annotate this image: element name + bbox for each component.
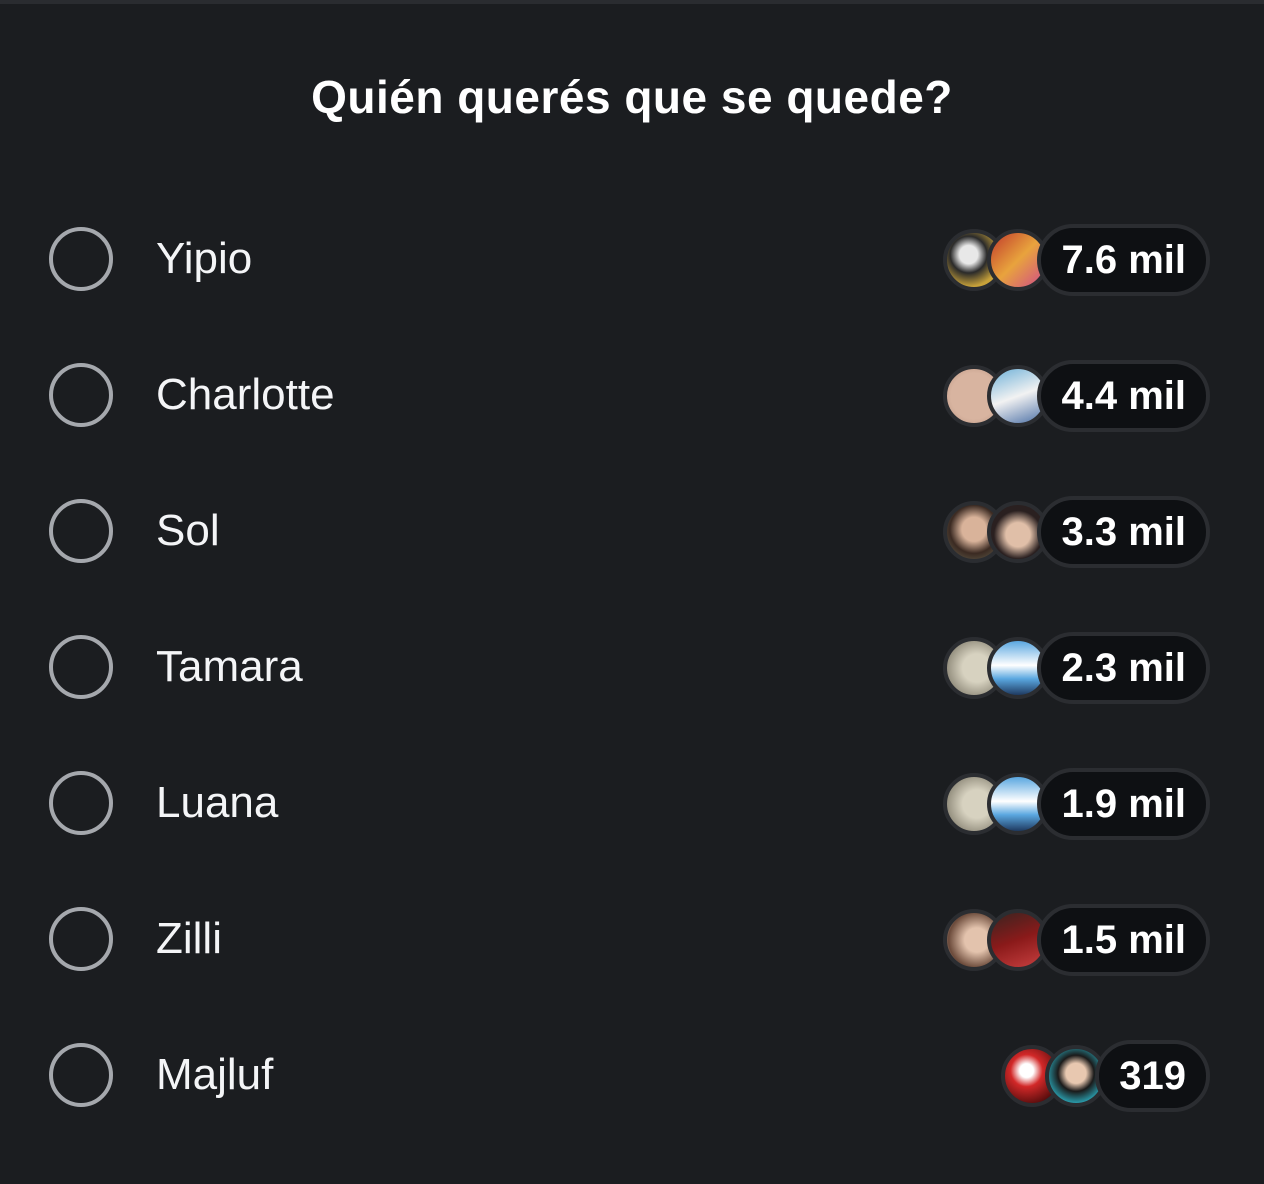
radio-button[interactable]	[49, 771, 113, 835]
voter-avatars	[943, 501, 1050, 563]
radio-button[interactable]	[49, 1043, 113, 1107]
vote-summary[interactable]: 7.6 mil	[943, 224, 1210, 296]
vote-count: 7.6 mil	[1037, 224, 1210, 296]
option-label: Yipio	[156, 234, 253, 283]
vote-summary[interactable]: 3.3 mil	[943, 496, 1210, 568]
poll-option-tamara[interactable]: Tamara 2.3 mil	[0, 602, 1264, 738]
voter-avatars	[943, 229, 1050, 291]
voter-avatars	[943, 909, 1050, 971]
vote-summary[interactable]: 4.4 mil	[943, 360, 1210, 432]
option-label: Zilli	[156, 914, 222, 963]
poll-options: Yipio 7.6 mil Charlotte 4.4 mil Sol 3.3 …	[0, 194, 1264, 1146]
radio-button[interactable]	[49, 227, 113, 291]
poll-title: Quién querés que se quede?	[311, 71, 953, 123]
radio-button[interactable]	[49, 907, 113, 971]
radio-button[interactable]	[49, 499, 113, 563]
vote-summary[interactable]: 1.5 mil	[943, 904, 1210, 976]
voter-avatars	[943, 773, 1050, 835]
option-label: Luana	[156, 778, 279, 827]
voter-avatars	[1001, 1045, 1108, 1107]
top-border	[0, 0, 1264, 4]
vote-count: 2.3 mil	[1037, 632, 1210, 704]
option-label: Majluf	[156, 1050, 274, 1099]
vote-count: 1.5 mil	[1037, 904, 1210, 976]
poll-option-zilli[interactable]: Zilli 1.5 mil	[0, 874, 1264, 1010]
vote-count: 319	[1095, 1040, 1210, 1112]
option-label: Tamara	[156, 642, 303, 691]
vote-summary[interactable]: 1.9 mil	[943, 768, 1210, 840]
radio-button[interactable]	[49, 363, 113, 427]
option-label: Charlotte	[156, 370, 335, 419]
voter-avatars	[943, 365, 1050, 427]
vote-count: 1.9 mil	[1037, 768, 1210, 840]
vote-count: 3.3 mil	[1037, 496, 1210, 568]
poll-option-sol[interactable]: Sol 3.3 mil	[0, 466, 1264, 602]
poll-option-luana[interactable]: Luana 1.9 mil	[0, 738, 1264, 874]
poll-option-charlotte[interactable]: Charlotte 4.4 mil	[0, 330, 1264, 466]
voter-avatars	[943, 637, 1050, 699]
vote-summary[interactable]: 319	[1001, 1040, 1210, 1112]
poll-option-yipio[interactable]: Yipio 7.6 mil	[0, 194, 1264, 330]
radio-button[interactable]	[49, 635, 113, 699]
option-label: Sol	[156, 506, 220, 555]
poll-option-majluf[interactable]: Majluf 319	[0, 1010, 1264, 1146]
vote-summary[interactable]: 2.3 mil	[943, 632, 1210, 704]
vote-count: 4.4 mil	[1037, 360, 1210, 432]
